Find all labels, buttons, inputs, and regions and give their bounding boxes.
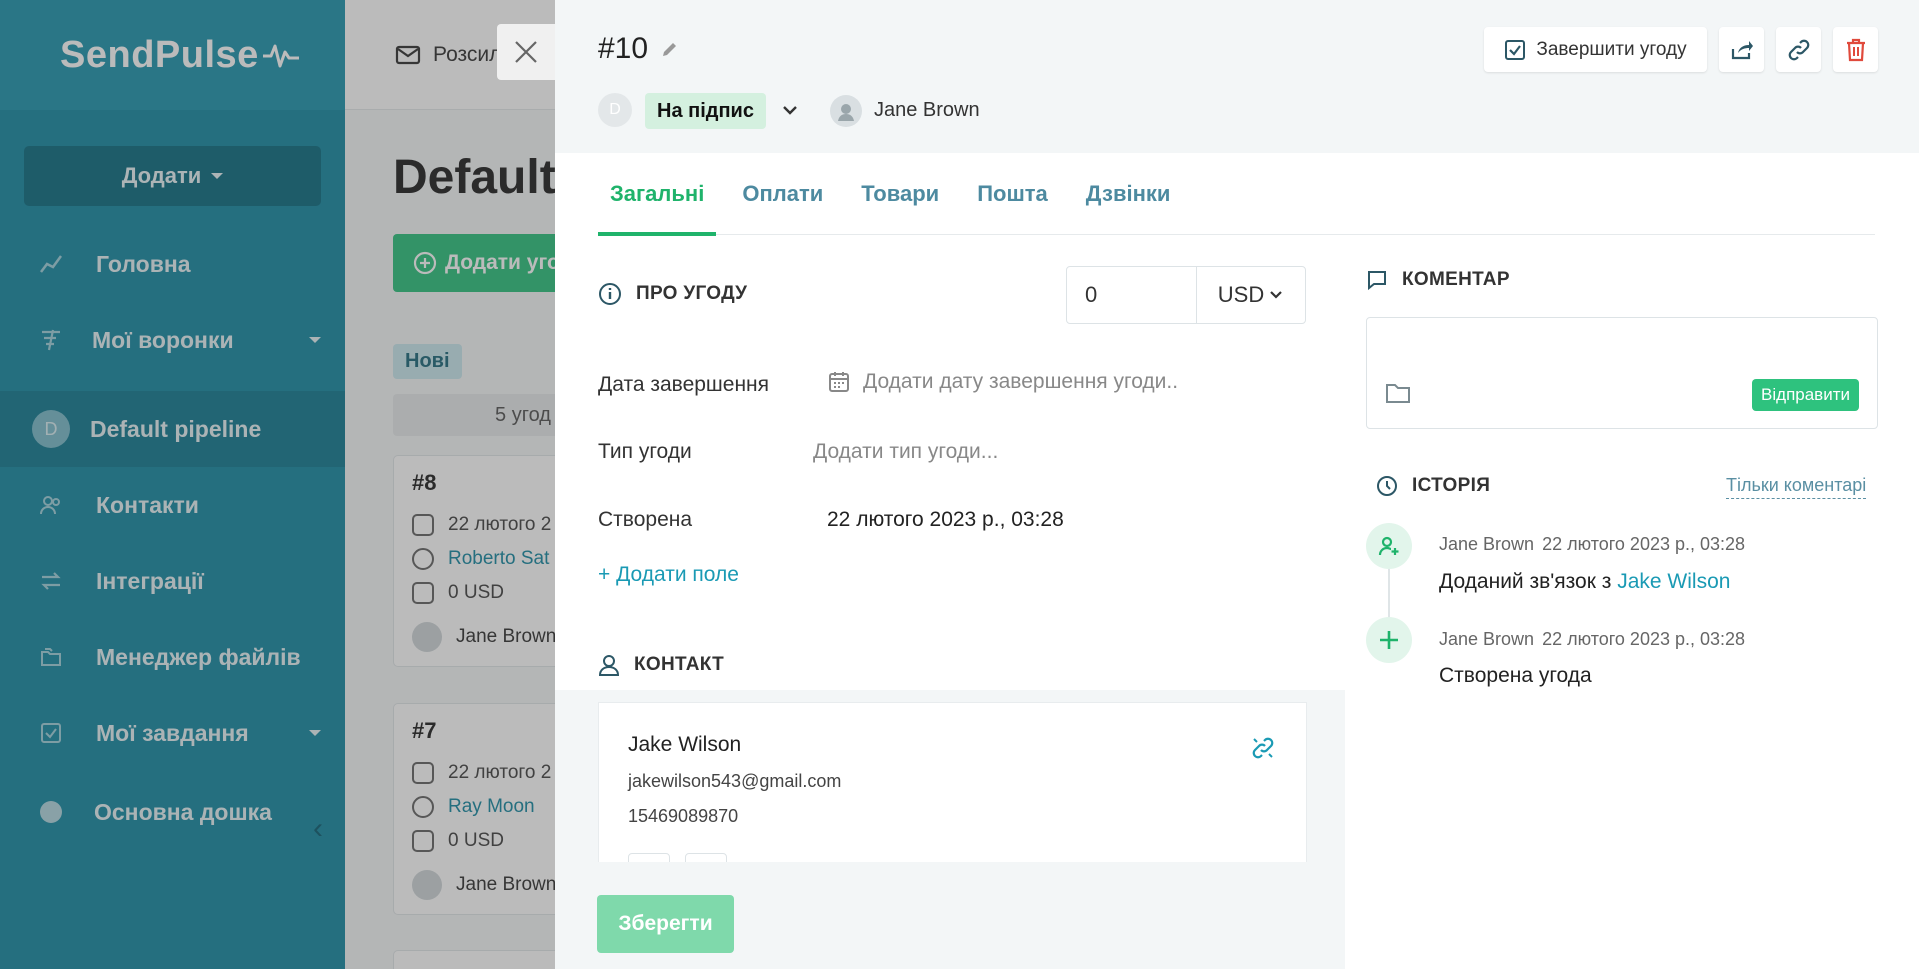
checkbox-icon — [1505, 39, 1526, 60]
tab-calls[interactable]: Дзвінки — [1086, 153, 1171, 235]
share-icon — [1731, 40, 1753, 59]
send-comment-button[interactable]: Відправити — [1752, 379, 1859, 411]
modal-overlay[interactable] — [0, 0, 555, 969]
timeline-dot — [1366, 523, 1412, 569]
link-icon — [1788, 39, 1809, 60]
delete-deal-button[interactable] — [1833, 27, 1878, 72]
user-icon — [598, 655, 620, 676]
folder-icon[interactable] — [1385, 381, 1411, 405]
created-value: 22 лютого 2023 р., 03:28 — [827, 508, 1064, 531]
history-time: 22 лютого 2023 р., 03:28 — [1542, 629, 1746, 649]
close-date-placeholder: Додати дату завершення угоди.. — [863, 370, 1179, 393]
history-text: Доданий зв'язок з — [1439, 570, 1618, 593]
edit-pencil-icon[interactable] — [660, 39, 680, 59]
history-entry-meta: Jane Brown 22 лютого 2023 р., 03:28 — [1439, 534, 1745, 555]
history-entry-text: Створена угода — [1439, 664, 1592, 687]
deal-panel: #10 D На підпис Jane Brown Завершити уго… — [555, 0, 1919, 969]
comment-heading: КОМЕНТАР — [1366, 269, 1510, 291]
finish-deal-label: Завершити угоду — [1536, 38, 1687, 60]
deal-title-text: #10 — [598, 32, 649, 65]
history-title: ІСТОРІЯ — [1412, 475, 1491, 496]
close-icon — [515, 41, 537, 63]
close-panel-button[interactable] — [497, 24, 555, 80]
only-comments-filter[interactable]: Тільки коментарі — [1726, 475, 1867, 499]
contact-name[interactable]: Jake Wilson — [628, 733, 741, 757]
chevron-down-icon[interactable] — [780, 100, 800, 120]
history-author: Jane Brown — [1439, 534, 1535, 554]
about-deal-heading: ПРО УГОДУ — [598, 282, 747, 306]
deal-tabs: Загальні Оплати Товари Пошта Дзвінки — [597, 153, 1875, 236]
timeline-dot — [1366, 617, 1412, 663]
unlink-icon[interactable] — [1250, 735, 1276, 761]
comment-title: КОМЕНТАР — [1402, 269, 1510, 290]
deal-title: #10 — [598, 32, 680, 66]
deal-type-label: Тип угоди — [598, 440, 692, 463]
finish-deal-button[interactable]: Завершити угоду — [1484, 27, 1707, 72]
plus-icon — [1380, 631, 1398, 649]
chevron-down-icon — [1270, 291, 1282, 299]
contact-phone: 15469089870 — [628, 806, 739, 826]
calendar-icon — [829, 372, 849, 392]
history-time: 22 лютого 2023 р., 03:28 — [1542, 534, 1746, 554]
amount-field: USD — [1066, 266, 1306, 324]
history-entry-meta: Jane Brown 22 лютого 2023 р., 03:28 — [1439, 629, 1745, 650]
tab-general[interactable]: Загальні — [597, 153, 717, 236]
deal-type-field[interactable]: Додати тип угоди... — [813, 440, 998, 464]
history-heading: ІСТОРІЯ — [1376, 475, 1490, 497]
avatar — [830, 95, 862, 127]
add-user-icon — [1378, 536, 1399, 556]
history-contact-link[interactable]: Jake Wilson — [1617, 570, 1730, 593]
currency-select[interactable]: USD — [1197, 267, 1305, 323]
contact-action-button[interactable] — [685, 853, 727, 862]
deal-header: #10 D На підпис Jane Brown Завершити уго… — [555, 0, 1919, 153]
timeline-line — [1388, 560, 1390, 620]
stage-badge[interactable]: На підпис — [645, 93, 766, 129]
add-field-link[interactable]: + Додати поле — [598, 563, 739, 587]
amount-input[interactable] — [1067, 267, 1197, 323]
currency-value: USD — [1217, 282, 1265, 307]
close-date-field[interactable]: Додати дату завершення угоди.. — [827, 370, 1178, 394]
deal-owner-name[interactable]: Jane Brown — [874, 99, 980, 122]
trash-icon — [1846, 38, 1865, 61]
history-author: Jane Brown — [1439, 629, 1535, 649]
contact-card: Jake Wilson jakewilson543@gmail.com 1546… — [598, 702, 1307, 862]
clock-icon — [1377, 476, 1397, 496]
contact-heading: КОНТАКТ — [598, 653, 724, 677]
about-deal-title: ПРО УГОДУ — [636, 283, 748, 304]
contact-title: КОНТАКТ — [634, 654, 725, 675]
tab-mail[interactable]: Пошта — [977, 153, 1048, 235]
history-entry-text: Доданий зв'язок з Jake Wilson — [1439, 570, 1730, 594]
share-button[interactable] — [1719, 27, 1764, 72]
tab-products[interactable]: Товари — [861, 153, 939, 235]
contact-email: jakewilson543@gmail.com — [628, 771, 842, 791]
info-icon — [599, 283, 621, 305]
comment-icon — [1368, 271, 1386, 291]
close-date-label: Дата завершення — [598, 373, 770, 396]
stage-avatar: D — [598, 93, 632, 127]
user-avatar-icon — [838, 104, 854, 121]
contact-action-button[interactable] — [628, 853, 670, 862]
created-label: Створена — [598, 508, 693, 531]
comment-input[interactable]: Відправити — [1366, 317, 1878, 429]
copy-link-button[interactable] — [1776, 27, 1821, 72]
tab-payments[interactable]: Оплати — [742, 153, 823, 235]
save-button[interactable]: Зберегти — [597, 895, 734, 953]
